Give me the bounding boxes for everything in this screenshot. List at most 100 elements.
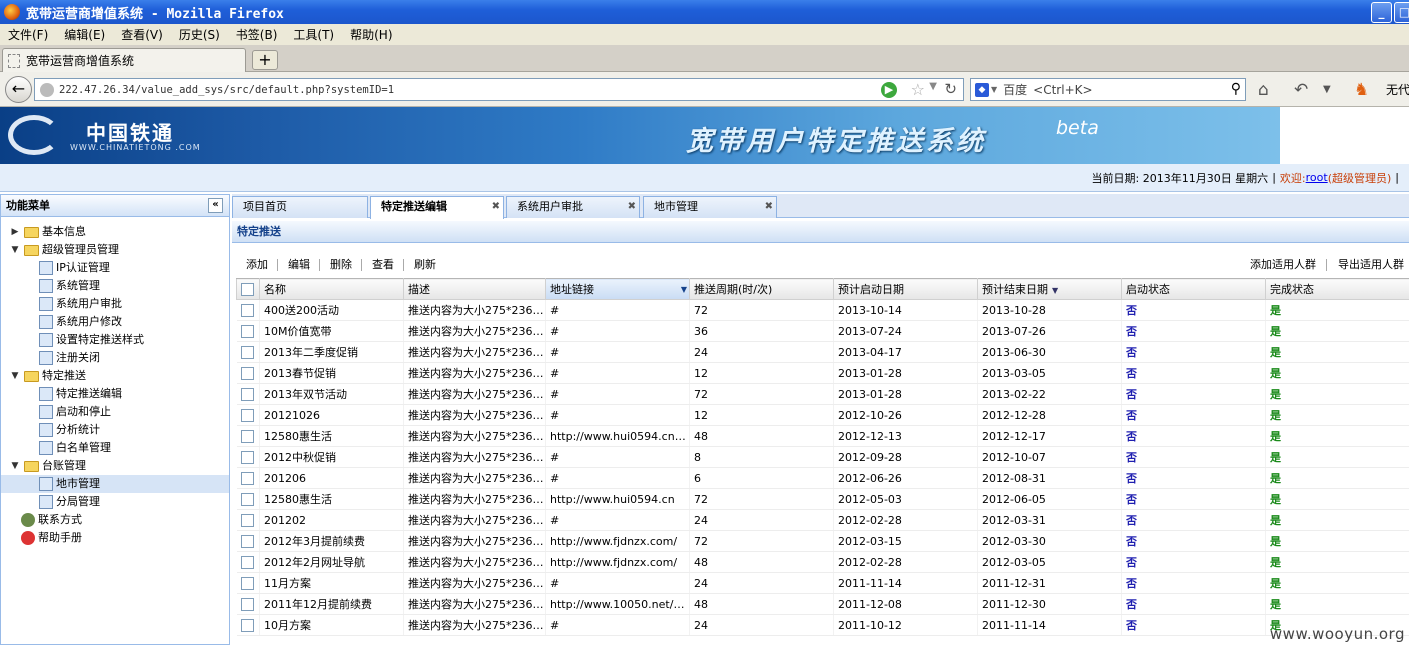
select-all-checkbox-cell[interactable] xyxy=(236,278,260,300)
col-header-description[interactable]: 描述 xyxy=(403,278,546,300)
export-target-group-button[interactable]: 导出适用人群 xyxy=(1338,254,1404,276)
tab-push-edit[interactable]: 特定推送编辑 ✖ xyxy=(370,196,504,219)
username-link[interactable]: root xyxy=(1306,171,1328,184)
view-button[interactable]: 查看 xyxy=(372,254,394,276)
menu-item[interactable]: 系统管理 xyxy=(1,277,229,295)
engine-dropdown-icon[interactable]: ▼ xyxy=(991,85,997,94)
undo-icon[interactable]: ↶ xyxy=(1294,80,1308,100)
table-row[interactable]: 12580惠生活 推送内容为大小275*236(... http://www.hui… xyxy=(236,488,1409,510)
col-header-link[interactable]: 地址链接 ▼ xyxy=(545,278,690,300)
row-checkbox[interactable] xyxy=(240,366,254,380)
row-checkbox[interactable] xyxy=(240,450,254,464)
menu-item[interactable]: 系统用户审批 xyxy=(1,295,229,313)
bookmark-star-icon[interactable]: ☆ xyxy=(911,80,925,99)
menu-item[interactable]: 联系方式 xyxy=(1,511,229,529)
baidu-engine-icon[interactable]: ◆ xyxy=(975,82,989,97)
table-row[interactable]: 2012中秋促销 推送内容为大小275*236(... #8 2012-09-28 20… xyxy=(236,446,1409,468)
row-checkbox-cell[interactable] xyxy=(236,593,260,615)
menu-item[interactable]: 帮助手册 xyxy=(1,529,229,547)
expand-toggle-icon[interactable]: ▼ xyxy=(10,457,20,475)
menu-item[interactable]: 特定推送编辑 xyxy=(1,385,229,403)
tab-home[interactable]: 项目首页 xyxy=(232,196,368,218)
expand-toggle-icon[interactable]: ▼ xyxy=(10,241,20,259)
maximize-button[interactable]: □ xyxy=(1394,2,1409,23)
table-row[interactable]: 2013年双节活动 推送内容为大小275*236(... #72 2013-01-28… xyxy=(236,383,1409,405)
table-row[interactable]: 2013年二季度促销 推送内容为大小275*236(... #24 2013-04-1… xyxy=(236,341,1409,363)
row-checkbox-cell[interactable] xyxy=(236,467,260,489)
close-tab-icon[interactable]: ✖ xyxy=(765,197,773,217)
menu-group[interactable]: ▼ 台账管理 xyxy=(1,457,229,475)
row-checkbox[interactable] xyxy=(240,303,254,317)
row-checkbox-cell[interactable] xyxy=(236,404,260,426)
home-icon[interactable]: ⌂ xyxy=(1258,80,1269,100)
menu-bookmarks[interactable]: 书签(B) xyxy=(228,26,286,43)
col-header-cycle[interactable]: 推送周期(时/次) xyxy=(689,278,834,300)
row-checkbox[interactable] xyxy=(240,471,254,485)
row-checkbox[interactable] xyxy=(240,618,254,632)
refresh-button[interactable]: 刷新 xyxy=(414,254,436,276)
table-row[interactable]: 10月方案 推送内容为大小275*236(... #24 2011-10-12 2011… xyxy=(236,614,1409,636)
menu-view[interactable]: 查看(V) xyxy=(113,26,171,43)
row-checkbox-cell[interactable] xyxy=(236,341,260,363)
table-row[interactable]: 201206 推送内容为大小275*236(... #6 2012-06-26 2012… xyxy=(236,467,1409,489)
reload-icon[interactable]: ↻ xyxy=(944,80,957,98)
menu-item[interactable]: IP认证管理 xyxy=(1,259,229,277)
row-checkbox[interactable] xyxy=(240,555,254,569)
new-tab-button[interactable]: + xyxy=(252,50,278,70)
site-identity-icon[interactable] xyxy=(40,82,54,97)
table-row[interactable]: 12580惠生活 推送内容为大小275*236(... http://www.hui… xyxy=(236,425,1409,447)
col-header-name[interactable]: 名称 xyxy=(259,278,404,300)
delete-button[interactable]: 删除 xyxy=(330,254,352,276)
row-checkbox-cell[interactable] xyxy=(236,614,260,636)
row-checkbox-cell[interactable] xyxy=(236,530,260,552)
menu-history[interactable]: 历史(S) xyxy=(171,26,228,43)
row-checkbox-cell[interactable] xyxy=(236,509,260,531)
select-all-checkbox[interactable] xyxy=(241,282,254,296)
row-checkbox-cell[interactable] xyxy=(236,446,260,468)
row-checkbox-cell[interactable] xyxy=(236,572,260,594)
row-checkbox[interactable] xyxy=(240,534,254,548)
table-row[interactable]: 2012年2月网址导航 推送内容为大小275*236(... http://www.… xyxy=(236,551,1409,573)
toolbar-extra-label[interactable]: 无代 xyxy=(1386,81,1409,98)
menu-item[interactable]: 注册关闭 xyxy=(1,349,229,367)
table-row[interactable]: 2011年12月提前续费 推送内容为大小275*236(... http://www… xyxy=(236,593,1409,615)
back-button[interactable]: ← xyxy=(5,76,32,103)
row-checkbox-cell[interactable] xyxy=(236,320,260,342)
menu-help[interactable]: 帮助(H) xyxy=(342,26,400,43)
row-checkbox-cell[interactable] xyxy=(236,362,260,384)
expand-toggle-icon[interactable]: ▼ xyxy=(10,367,20,385)
go-icon[interactable]: ▶ xyxy=(881,82,897,98)
col-header-finish-status[interactable]: 完成状态 xyxy=(1265,278,1409,300)
menu-tools[interactable]: 工具(T) xyxy=(285,26,342,43)
add-button[interactable]: 添加 xyxy=(246,254,268,276)
row-checkbox-cell[interactable] xyxy=(236,299,260,321)
minimize-button[interactable]: _ xyxy=(1371,2,1392,23)
menu-item[interactable]: 启动和停止 xyxy=(1,403,229,421)
close-tab-icon[interactable]: ✖ xyxy=(492,197,500,217)
menu-item[interactable]: 分局管理 xyxy=(1,493,229,511)
row-checkbox[interactable] xyxy=(240,408,254,422)
search-icon[interactable]: ⚲ xyxy=(1231,81,1241,97)
col-header-end-date[interactable]: 预计结束日期 ▼ xyxy=(977,278,1122,300)
undo-dropdown-icon[interactable]: ▼ xyxy=(1323,84,1331,95)
menu-item[interactable]: 白名单管理 xyxy=(1,439,229,457)
row-checkbox-cell[interactable] xyxy=(236,383,260,405)
table-row[interactable]: 20121026 推送内容为大小275*236(... #12 2012-10-26 2… xyxy=(236,404,1409,426)
edit-button[interactable]: 编辑 xyxy=(288,254,310,276)
add-target-group-button[interactable]: 添加适用人群 xyxy=(1250,254,1316,276)
collapse-sidebar-button[interactable]: « xyxy=(208,198,223,213)
menu-item[interactable]: 设置特定推送样式 xyxy=(1,331,229,349)
tab-city-management[interactable]: 地市管理 ✖ xyxy=(643,196,777,218)
search-bar[interactable]: ◆ ▼ 百度 <Ctrl+K> ⚲ xyxy=(970,78,1246,101)
table-row[interactable]: 11月方案 推送内容为大小275*236(... #24 2011-11-14 2011… xyxy=(236,572,1409,594)
menu-item[interactable]: 地市管理 xyxy=(1,475,229,493)
row-checkbox[interactable] xyxy=(240,513,254,527)
row-checkbox[interactable] xyxy=(240,387,254,401)
col-header-start-status[interactable]: 启动状态 xyxy=(1121,278,1266,300)
menu-edit[interactable]: 编辑(E) xyxy=(56,26,113,43)
addon-icon[interactable]: ♞ xyxy=(1354,80,1369,100)
tab-user-approval[interactable]: 系统用户审批 ✖ xyxy=(506,196,640,218)
row-checkbox[interactable] xyxy=(240,597,254,611)
table-row[interactable]: 10M价值宽带 推送内容为大小275*236(... #36 2013-07-24 20… xyxy=(236,320,1409,342)
row-checkbox[interactable] xyxy=(240,576,254,590)
